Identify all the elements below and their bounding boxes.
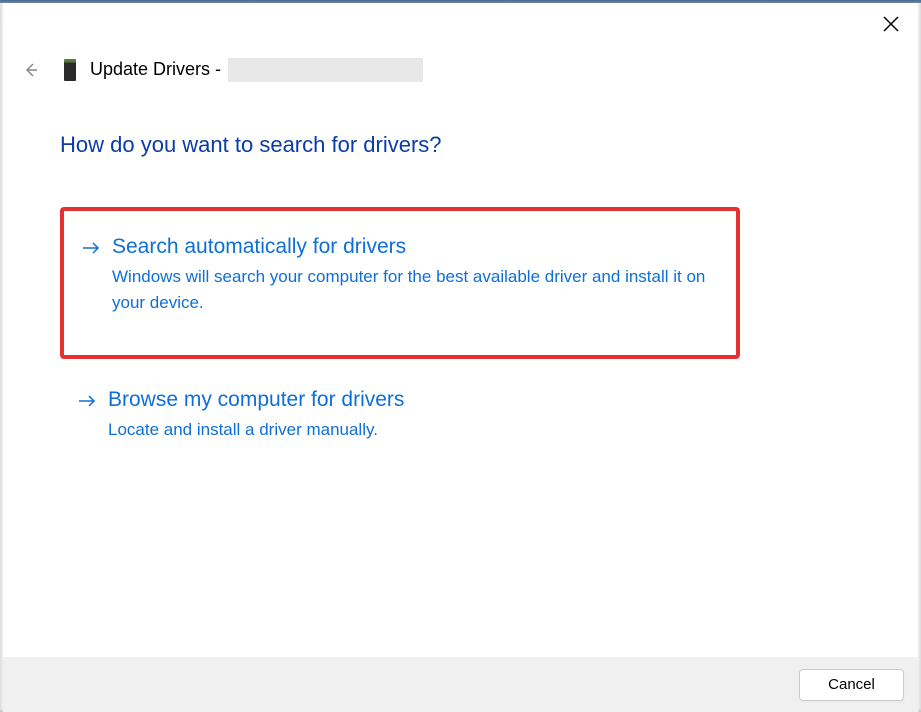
- close-icon: [883, 16, 899, 32]
- window-top-border: [0, 0, 921, 3]
- option-browse-computer[interactable]: Browse my computer for drivers Locate an…: [60, 386, 740, 461]
- close-button[interactable]: [879, 12, 903, 36]
- back-button[interactable]: [20, 60, 40, 80]
- window-title-prefix: Update Drivers -: [90, 59, 221, 79]
- arrow-right-icon: [78, 392, 96, 415]
- cancel-button[interactable]: Cancel: [799, 669, 904, 701]
- dialog-header: Update Drivers -: [20, 58, 423, 82]
- option-title: Search automatically for drivers: [112, 233, 718, 260]
- device-name-redacted: [228, 58, 423, 82]
- window-left-border: [0, 3, 3, 712]
- main-heading: How do you want to search for drivers?: [60, 132, 442, 158]
- dialog-footer: Cancel: [3, 657, 918, 712]
- arrow-left-icon: [22, 62, 38, 78]
- arrow-right-icon: [82, 239, 100, 262]
- option-search-automatically[interactable]: Search automatically for drivers Windows…: [60, 207, 740, 359]
- window-title: Update Drivers -: [90, 58, 423, 82]
- option-description: Windows will search your computer for th…: [112, 264, 718, 315]
- option-description: Locate and install a driver manually.: [108, 417, 722, 443]
- option-title: Browse my computer for drivers: [108, 386, 722, 413]
- device-icon: [64, 59, 76, 81]
